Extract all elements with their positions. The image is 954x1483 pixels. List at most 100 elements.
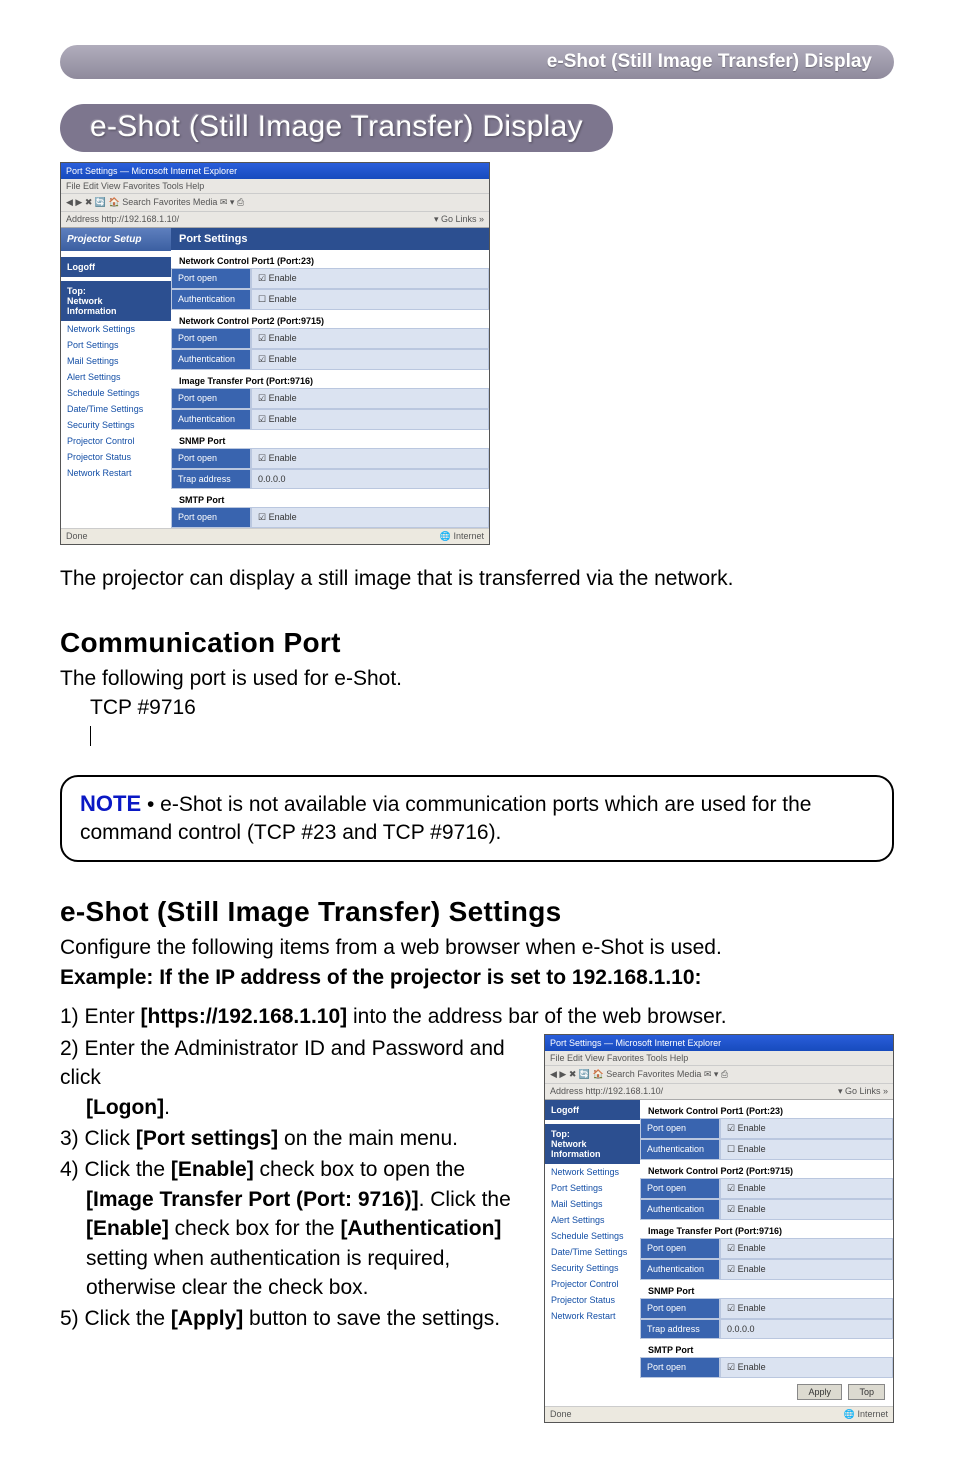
sidebar-item: Projector Control: [61, 433, 171, 449]
window-titlebar: Port Settings — Microsoft Internet Explo…: [61, 163, 489, 179]
step-4: 4) Click the [Enable] check box to open …: [60, 1155, 526, 1302]
row-label: Port open: [640, 1357, 720, 1378]
row-label: Port open: [171, 268, 251, 289]
step5c: button to save the settings.: [243, 1307, 500, 1330]
table-row: Port open☑ Enable: [640, 1357, 893, 1378]
port-settings-screenshot: Port Settings — Microsoft Internet Explo…: [60, 162, 490, 545]
sidebar-item: Mail Settings: [61, 353, 171, 369]
table-row: Authentication☑ Enable: [640, 1199, 893, 1220]
table-row: Trap address0.0.0.0: [171, 469, 489, 489]
sidebar-item: Alert Settings: [545, 1212, 640, 1228]
window-toolbar: ◀ ▶ ✖ 🔄 🏠 Search Favorites Media ✉ ▾ ⎙: [61, 194, 489, 212]
table-row: Port open☑ Enable: [171, 328, 489, 349]
sidebar-item: Projector Status: [61, 449, 171, 465]
section-title: Image Transfer Port (Port:9716): [640, 1220, 893, 1238]
row-value: ☑ Enable: [720, 1259, 893, 1280]
step2b: [Logon]: [86, 1096, 164, 1119]
row-label: Port open: [171, 507, 251, 528]
step2c: .: [164, 1096, 170, 1119]
section-title: Network Control Port2 (Port:9715): [171, 310, 489, 328]
step5b: [Apply]: [171, 1307, 243, 1330]
section-title: SNMP Port: [640, 1280, 893, 1298]
sidebar-item: Schedule Settings: [545, 1228, 640, 1244]
status-left: Done: [550, 1409, 572, 1419]
address-left: Address http://192.168.1.10/: [66, 214, 179, 225]
table-row: Port open☑ Enable: [640, 1298, 893, 1319]
comm-port-heading: Communication Port: [60, 627, 894, 659]
sidebar: Logoff Top: Network Information Network …: [545, 1100, 640, 1406]
sidebar-top-block: Top: Network Information: [61, 281, 171, 321]
row-value: ☑ Enable: [251, 349, 489, 370]
address-bar: Address http://192.168.1.10/ ▾ Go Links …: [61, 212, 489, 228]
row-label: Port open: [171, 328, 251, 349]
window-titlebar: Port Settings — Microsoft Internet Explo…: [545, 1035, 893, 1051]
row-value: ☐ Enable: [251, 289, 489, 310]
comm-port-line2: TCP #9716: [90, 694, 894, 722]
window-toolbar: ◀ ▶ ✖ 🔄 🏠 Search Favorites Media ✉ ▾ ⎙: [545, 1066, 893, 1084]
button-row: Apply Top: [640, 1378, 893, 1406]
window-menubar: File Edit View Favorites Tools Help: [545, 1051, 893, 1066]
sidebar: Projector Setup Logoff Top: Network Info…: [61, 228, 171, 528]
main-panel: Port Settings Network Control Port1 (Por…: [171, 228, 489, 528]
step4e: . Click the: [419, 1188, 511, 1211]
section-title: Network Control Port1 (Port:23): [640, 1100, 893, 1118]
row-value: ☑ Enable: [251, 507, 489, 528]
row-value: ☑ Enable: [720, 1178, 893, 1199]
sidebar-item: Network Settings: [545, 1164, 640, 1180]
status-right: 🌐 Internet: [440, 531, 484, 541]
status-left: Done: [66, 531, 88, 541]
section-title: Image Transfer Port (Port:9716): [171, 370, 489, 388]
row-label: Port open: [640, 1298, 720, 1319]
text-cursor-icon: [90, 726, 91, 746]
row-label: Trap address: [640, 1319, 720, 1339]
row-value: ☐ Enable: [720, 1139, 893, 1160]
status-right: 🌐 Internet: [844, 1409, 888, 1419]
row-label: Port open: [171, 388, 251, 409]
breadcrumb-text: e-Shot (Still Image Transfer) Display: [547, 51, 872, 72]
sidebar-item: Alert Settings: [61, 369, 171, 385]
step-3: 3) Click [Port settings] on the main men…: [60, 1124, 526, 1153]
row-value: ☑ Enable: [720, 1298, 893, 1319]
sidebar-logoff: Logoff: [61, 257, 171, 277]
breadcrumb: e-Shot (Still Image Transfer) Display: [60, 45, 894, 79]
step4b: [Enable]: [171, 1158, 254, 1181]
step4c: check box to open the: [254, 1158, 465, 1181]
intro-paragraph: The projector can display a still image …: [60, 565, 894, 593]
table-row: Port open☑ Enable: [640, 1238, 893, 1259]
step3b: [Port settings]: [136, 1127, 278, 1150]
row-label: Authentication: [640, 1259, 720, 1280]
sidebar-item: Projector Status: [545, 1292, 640, 1308]
step1c: into the address bar of the web browser.: [347, 1005, 726, 1028]
section-title: SMTP Port: [640, 1339, 893, 1357]
settings-intro: Configure the following items from a web…: [60, 934, 894, 962]
row-value: ☑ Enable: [720, 1357, 893, 1378]
step-5: 5) Click the [Apply] button to save the …: [60, 1304, 526, 1333]
page-title-pill: e-Shot (Still Image Transfer) Display: [60, 104, 613, 152]
status-bar: Done 🌐 Internet: [61, 528, 489, 544]
row-label: Authentication: [171, 349, 251, 370]
sidebar-item: Date/Time Settings: [61, 401, 171, 417]
sidebar-logoff: Logoff: [545, 1100, 640, 1120]
main-header: Port Settings: [171, 228, 489, 250]
table-row: Port open☑ Enable: [640, 1118, 893, 1139]
step4f: [Enable]: [86, 1217, 169, 1240]
sidebar-item: Network Restart: [61, 465, 171, 481]
table-row: Authentication☑ Enable: [640, 1259, 893, 1280]
table-row: Port open☑ Enable: [640, 1178, 893, 1199]
sidebar-item: Projector Control: [545, 1276, 640, 1292]
sidebar-item: Mail Settings: [545, 1196, 640, 1212]
section-title: SMTP Port: [171, 489, 489, 507]
table-row: Trap address0.0.0.0: [640, 1319, 893, 1339]
row-value: ☑ Enable: [720, 1118, 893, 1139]
settings-heading: e-Shot (Still Image Transfer) Settings: [60, 896, 894, 928]
row-value: ☑ Enable: [251, 388, 489, 409]
sidebar-item: Security Settings: [545, 1260, 640, 1276]
note-text: • e-Shot is not available via communicat…: [80, 793, 811, 844]
step4g: check box for the: [169, 1217, 341, 1240]
section-title: Network Control Port2 (Port:9715): [640, 1160, 893, 1178]
table-row: Authentication☐ Enable: [171, 289, 489, 310]
table-row: Port open☑ Enable: [171, 507, 489, 528]
row-value: ☑ Enable: [251, 268, 489, 289]
row-label: Authentication: [640, 1199, 720, 1220]
address-bar: Address http://192.168.1.10/ ▾ Go Links …: [545, 1084, 893, 1100]
